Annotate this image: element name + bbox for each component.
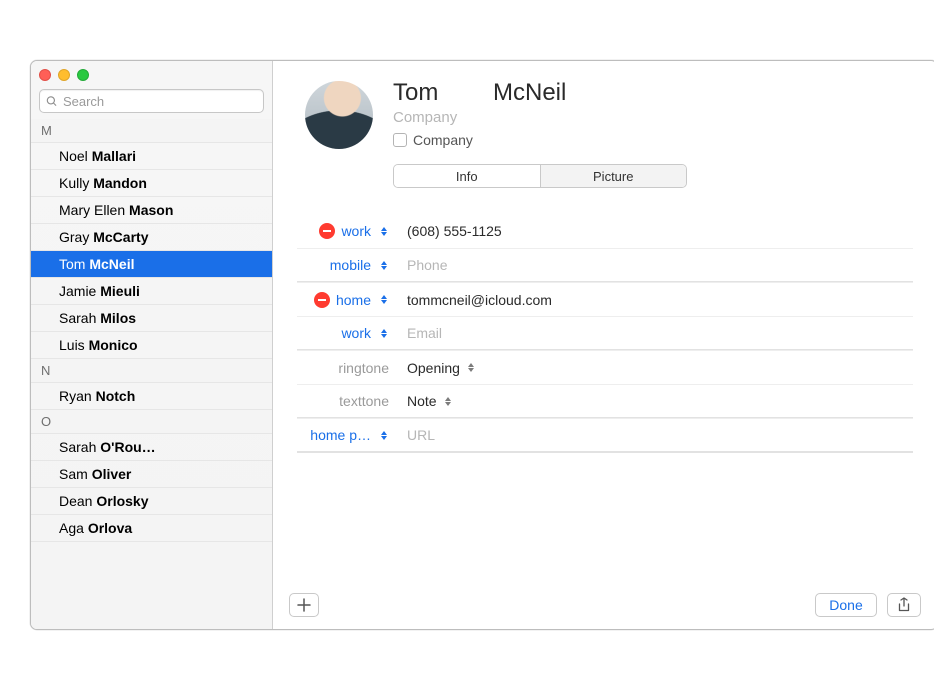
field-value[interactable]: URL bbox=[393, 427, 913, 443]
label-popup-icon[interactable] bbox=[379, 224, 389, 238]
share-icon bbox=[897, 597, 911, 613]
card-tabs: Info Picture bbox=[393, 164, 687, 188]
delete-field-button[interactable] bbox=[319, 223, 335, 239]
value-popup-icon[interactable] bbox=[443, 394, 453, 408]
contacts-window: MNoel MallariKully MandonMary Ellen Maso… bbox=[30, 60, 934, 630]
company-checkbox[interactable] bbox=[393, 133, 407, 147]
contact-row[interactable]: Ryan Notch bbox=[31, 383, 272, 410]
search-field[interactable] bbox=[39, 89, 264, 113]
field-label[interactable]: home bbox=[336, 292, 371, 308]
contact-row[interactable]: Sam Oliver bbox=[31, 461, 272, 488]
list-section-header: N bbox=[31, 359, 272, 383]
label-popup-icon[interactable] bbox=[379, 428, 389, 442]
contact-row[interactable]: Sarah Milos bbox=[31, 305, 272, 332]
last-name-field[interactable] bbox=[493, 79, 603, 107]
field-value[interactable]: Opening bbox=[393, 360, 913, 376]
contact-row[interactable]: Jamie Mieuli bbox=[31, 278, 272, 305]
field-label[interactable]: work bbox=[341, 325, 371, 341]
field-label: texttone bbox=[339, 393, 389, 409]
field-row-email: work Email bbox=[297, 316, 913, 350]
share-button[interactable] bbox=[887, 593, 921, 617]
field-row-phone: work (608) 555-1125 bbox=[297, 214, 913, 248]
tab-info[interactable]: Info bbox=[394, 165, 540, 187]
field-label: ringtone bbox=[338, 360, 389, 376]
search-input[interactable] bbox=[63, 94, 257, 109]
done-button[interactable]: Done bbox=[815, 593, 877, 617]
window-close-button[interactable] bbox=[39, 69, 51, 81]
field-row-email: home tommcneil@icloud.com bbox=[297, 282, 913, 316]
contact-row[interactable]: Aga Orlova bbox=[31, 515, 272, 542]
window-minimize-button[interactable] bbox=[58, 69, 70, 81]
tab-picture[interactable]: Picture bbox=[540, 165, 687, 187]
contact-row[interactable]: Dean Orlosky bbox=[31, 488, 272, 515]
field-value[interactable]: Email bbox=[393, 325, 913, 341]
field-label[interactable]: work bbox=[341, 223, 371, 239]
field-value[interactable]: Note bbox=[393, 393, 913, 409]
field-value[interactable]: tommcneil@icloud.com bbox=[393, 292, 913, 308]
add-field-button[interactable] bbox=[289, 593, 319, 617]
delete-field-button[interactable] bbox=[314, 292, 330, 308]
card-footer: Done bbox=[273, 581, 934, 629]
window-controls bbox=[31, 61, 272, 83]
contact-row[interactable]: Noel Mallari bbox=[31, 143, 272, 170]
sidebar: MNoel MallariKully MandonMary Ellen Maso… bbox=[31, 61, 273, 629]
label-popup-icon[interactable] bbox=[379, 258, 389, 272]
field-value[interactable]: Phone bbox=[393, 257, 913, 273]
field-row-url: home p… URL bbox=[297, 418, 913, 452]
contact-row[interactable]: Sarah O'Rou… bbox=[31, 434, 272, 461]
value-popup-icon[interactable] bbox=[466, 361, 476, 375]
list-section-header: M bbox=[31, 119, 272, 143]
field-row-ringtone: ringtoneOpening bbox=[297, 350, 913, 384]
avatar[interactable] bbox=[305, 81, 373, 149]
contact-row[interactable]: Mary Ellen Mason bbox=[31, 197, 272, 224]
field-row-texttone: texttoneNote bbox=[297, 384, 913, 418]
label-popup-icon[interactable] bbox=[379, 293, 389, 307]
contact-row[interactable]: Tom McNeil bbox=[31, 251, 272, 278]
window-zoom-button[interactable] bbox=[77, 69, 89, 81]
company-field[interactable]: Company bbox=[393, 109, 687, 126]
field-label[interactable]: home p… bbox=[310, 427, 371, 443]
field-row-phone: mobile Phone bbox=[297, 248, 913, 282]
contact-card: Company Company Info Picture work (608) 5… bbox=[273, 61, 934, 629]
label-popup-icon[interactable] bbox=[379, 326, 389, 340]
list-section-header: O bbox=[31, 410, 272, 434]
first-name-field[interactable] bbox=[393, 79, 483, 107]
contact-row[interactable]: Gray McCarty bbox=[31, 224, 272, 251]
contact-row[interactable]: Kully Mandon bbox=[31, 170, 272, 197]
field-value[interactable]: (608) 555-1125 bbox=[393, 223, 913, 239]
card-fields: work (608) 555-1125 mobile Phone home tommcne… bbox=[297, 214, 913, 453]
contacts-list[interactable]: MNoel MallariKully MandonMary Ellen Maso… bbox=[31, 119, 272, 629]
search-icon bbox=[46, 95, 58, 108]
company-checkbox-label: Company bbox=[413, 132, 473, 148]
contact-row[interactable]: Luis Monico bbox=[31, 332, 272, 359]
plus-icon bbox=[297, 598, 311, 612]
field-label[interactable]: mobile bbox=[330, 257, 371, 273]
